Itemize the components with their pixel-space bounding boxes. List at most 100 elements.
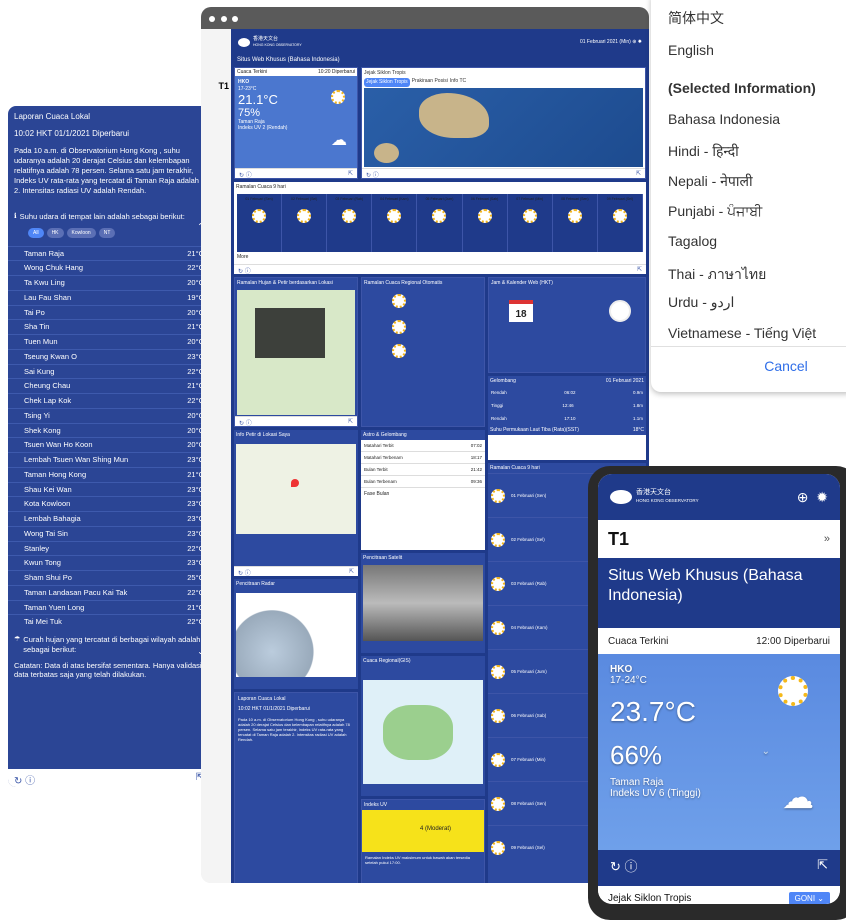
uv-value: 4 (Moderat): [362, 810, 484, 853]
forecast-day[interactable]: 01 Februari (Sen): [237, 194, 283, 253]
station-name: Kota Kowloon: [24, 499, 71, 509]
goni-dropdown[interactable]: GONI ⌄: [788, 891, 830, 904]
astro-time: 07:02: [470, 443, 482, 449]
sun-icon: [491, 620, 505, 635]
lang-option[interactable]: Nepali - नेपाली: [668, 172, 846, 203]
forecast-day[interactable]: 08 Februari (Sen): [553, 194, 598, 253]
popup-icon[interactable]: ⇱: [817, 857, 828, 873]
forecast-day[interactable]: 09 Februari (Sel): [598, 194, 643, 253]
sun-icon: [392, 294, 406, 309]
mobile-current-header: Cuaca Terkini 12:00 Diperbarui: [598, 628, 840, 654]
info-button-icon[interactable]: ⓘ: [25, 776, 35, 787]
sun-icon: [252, 209, 267, 224]
window-dot[interactable]: [209, 16, 215, 22]
sun-icon: [331, 90, 345, 104]
radar-card: Pencitraan Radar: [234, 579, 358, 689]
browser-titlebar: [201, 7, 649, 29]
desktop-browser-window: T1 香港天文台 HONG KONG OBSERVATORY 01 Februar…: [201, 7, 649, 883]
lang-option[interactable]: Vietnamese - Tiếng Việt: [668, 325, 846, 356]
chevron-down-icon[interactable]: »: [824, 533, 830, 545]
signal-bar: T1 »: [598, 520, 840, 558]
local-report-card: Laporan Cuaca Lokal 10:02 HKT 01/1/2021 …: [234, 692, 358, 883]
list-date: 05 Februari (Jum): [511, 669, 547, 675]
sun-icon: [387, 209, 402, 224]
chevrons-down-icon[interactable]: ⌄: [762, 746, 770, 757]
hko-logo-icon[interactable]: [238, 37, 250, 47]
station-name: Ta Kwu Ling: [24, 278, 65, 288]
lang-option[interactable]: Bahasa Indonesia: [668, 111, 846, 142]
window-dot[interactable]: [220, 16, 227, 22]
popup-icon[interactable]: ⇱: [348, 170, 353, 177]
sun-icon: [392, 320, 406, 335]
cancel-button[interactable]: Cancel: [651, 358, 846, 374]
logo-en: HONG KONG OBSERVATORY: [253, 43, 302, 47]
lang-option[interactable]: Urdu - اردو: [668, 294, 846, 325]
table-row: Lembah Tsuen Wan Shing Mun 23°C: [8, 452, 210, 467]
astro-title: Astro & Gelombang: [361, 430, 485, 441]
browser-left-strip: T1: [201, 29, 231, 883]
astro-row: Matahari Terbenam 18:17: [361, 452, 485, 465]
forecast-day[interactable]: 04 Februari (Kam): [372, 194, 418, 253]
lang-option[interactable]: Tagalog: [668, 233, 846, 264]
forecast-day[interactable]: 05 Februari (Jum): [417, 194, 463, 253]
panel-footer: ↻ ⓘ ⇱: [8, 769, 210, 787]
cyclone-tab[interactable]: Prakiraan Posisi: [412, 78, 448, 86]
gis-map[interactable]: [363, 680, 483, 784]
clock-icon: [609, 300, 631, 322]
refresh-icon[interactable]: ↻ ⓘ: [238, 568, 251, 577]
rain-map[interactable]: [237, 290, 355, 415]
popup-icon[interactable]: ⇱: [349, 568, 354, 575]
radar-map[interactable]: [236, 593, 356, 677]
cyclone-map[interactable]: [364, 88, 643, 167]
uv-card: Indeks UV 4 (Moderat) Ramalan Indeks UV …: [361, 799, 485, 883]
logo-cn: 香港天文台: [636, 489, 671, 497]
lang-option[interactable]: Thai - ภาษาไทย: [668, 264, 846, 295]
station-name: Kwun Tong: [24, 558, 61, 568]
location-map[interactable]: [236, 444, 356, 534]
popup-icon[interactable]: ⇱: [637, 266, 642, 273]
sun-icon: [297, 209, 312, 224]
mobile-next-card: Jejak Siklon Tropis GONI ⌄: [598, 880, 840, 904]
filter-all[interactable]: All: [28, 227, 44, 238]
refresh-icon[interactable]: ↻: [14, 776, 22, 787]
popup-icon[interactable]: ⇱: [348, 418, 353, 425]
cyclone-tab[interactable]: Info TC: [450, 78, 466, 86]
refresh-icon[interactable]: ↻ ⓘ: [239, 418, 252, 427]
astro-time: 09:36: [470, 479, 482, 485]
lang-option[interactable]: Punjabi - ਪੰਜਾਬੀ: [668, 203, 846, 234]
refresh-icon[interactable]: ↻ ⓘ: [239, 170, 252, 179]
filter-nt[interactable]: NT: [98, 227, 116, 238]
report-paragraph: Pada 10 a.m. di Observatorium Hong Kong …: [238, 716, 350, 742]
satellite-image[interactable]: [363, 565, 483, 641]
list-date: 04 Februari (Kam): [511, 625, 548, 631]
station-name: Tai Po: [24, 307, 45, 317]
refresh-icon[interactable]: ↻: [610, 859, 621, 874]
station-name: Lembah Tsuen Wan Shing Mun: [24, 455, 129, 465]
forecast-day[interactable]: 02 Februari (Sel): [282, 194, 328, 253]
lang-option-en[interactable]: English: [668, 42, 846, 80]
hko-logo-icon[interactable]: [610, 490, 632, 504]
lang-option[interactable]: Hindi - हिन्दी: [668, 142, 846, 173]
refresh-icon[interactable]: ↻ ⓘ: [238, 266, 251, 275]
settings-icon[interactable]: ✹: [816, 489, 828, 505]
header-date: 01 Februari 2021 (Min): [579, 38, 631, 45]
info-button-icon[interactable]: ⓘ: [625, 859, 638, 874]
cyclone-tab[interactable]: Jejak Siklon Tropis: [364, 78, 410, 87]
forecast-day[interactable]: 07 Februari (Min): [508, 194, 553, 253]
globe-icon[interactable]: ⊕: [632, 39, 636, 45]
filter-kowloon[interactable]: Kowloon: [66, 227, 96, 238]
popup-icon[interactable]: ⇱: [636, 170, 641, 177]
sun-icon: [491, 752, 505, 767]
lang-option-zh-cn[interactable]: 简体中文: [668, 8, 846, 42]
more-link[interactable]: More: [234, 254, 646, 260]
forecast-day[interactable]: 03 Februari (Rab): [327, 194, 373, 253]
t1-signal: T1: [218, 81, 229, 91]
window-dot[interactable]: [232, 16, 239, 22]
refresh-icon[interactable]: ↻ ⓘ: [366, 170, 379, 179]
list-date: 09 Februari (Sel): [511, 845, 545, 851]
filter-hk[interactable]: HK: [46, 227, 64, 238]
station-name: Lembah Bahagia: [24, 514, 81, 524]
settings-icon[interactable]: ✹: [638, 39, 642, 45]
globe-icon[interactable]: ⊕: [797, 489, 809, 505]
forecast-day[interactable]: 06 Februari (Sab): [463, 194, 508, 253]
